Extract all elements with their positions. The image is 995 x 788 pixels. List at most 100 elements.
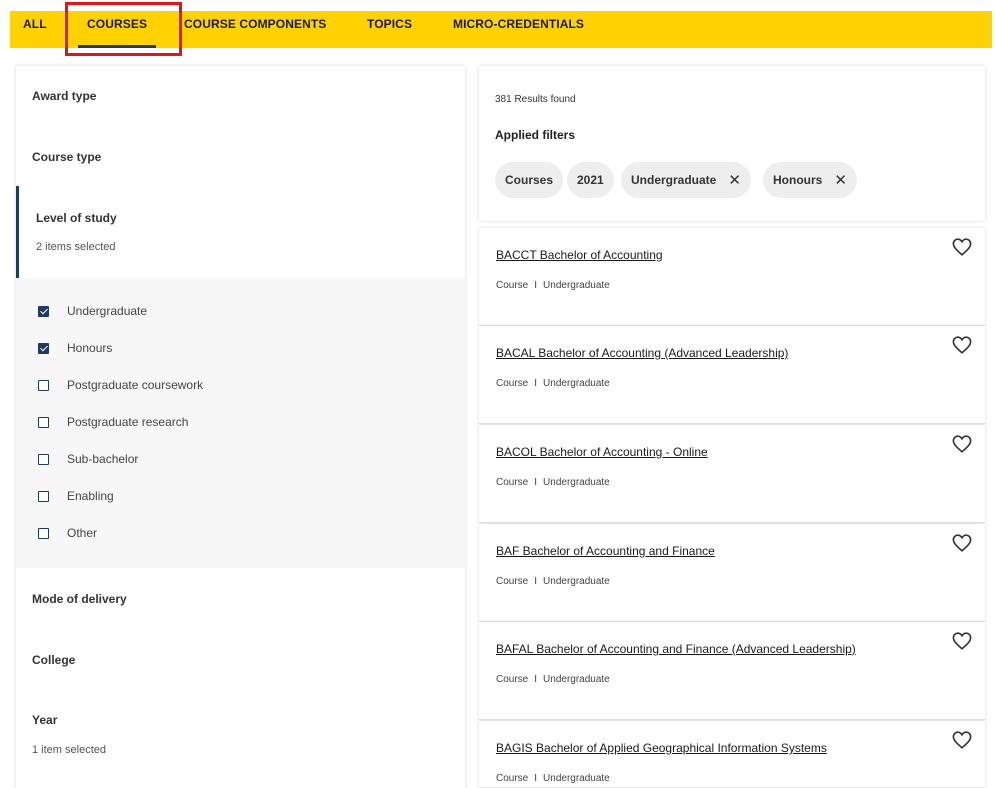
facet-college[interactable]: College (16, 628, 465, 688)
tab-courses-label: COURSES (87, 17, 148, 31)
facet-year-note: 1 item selected (32, 744, 106, 756)
results-header: 381 Results found Applied filters Course… (479, 66, 985, 221)
result-type: Course (496, 674, 529, 685)
heart-outline-icon[interactable] (952, 632, 972, 650)
option-label: Honours (67, 341, 113, 355)
option-postgraduate-research[interactable]: Postgraduate research (38, 412, 188, 432)
facet-mode-of-delivery[interactable]: Mode of delivery (16, 568, 465, 628)
checkbox-unchecked-icon[interactable] (38, 379, 49, 391)
facet-level-of-study[interactable]: Level of study 2 items selected (16, 186, 465, 278)
tab-topics[interactable]: TOPICS (367, 11, 412, 48)
facet-award-type-label: Award type (32, 89, 97, 103)
result-title-link[interactable]: BAF Bachelor of Accounting and Finance (496, 544, 715, 558)
filter-panel: Award type Course type Level of study 2 … (16, 66, 465, 788)
facet-level-of-study-label: Level of study (36, 211, 117, 225)
checkbox-checked-icon[interactable] (38, 305, 49, 317)
option-other[interactable]: Other (38, 523, 97, 543)
checkbox-unchecked-icon[interactable] (38, 453, 49, 465)
category-tabbar: ALL COURSES COURSE COMPONENTS TOPICS MIC… (10, 11, 992, 48)
result-card: BAFAL Bachelor of Accounting and Finance… (479, 622, 985, 720)
result-meta: Course I Undergraduate (496, 280, 610, 291)
meta-separator: I (534, 477, 538, 488)
result-level: Undergraduate (543, 378, 610, 389)
chip-label: Courses (505, 173, 554, 187)
heart-outline-icon[interactable] (952, 238, 972, 256)
facet-mode-of-delivery-label: Mode of delivery (32, 592, 127, 606)
tab-topics-label: TOPICS (367, 17, 413, 31)
result-card: BACAL Bachelor of Accounting (Advanced L… (479, 326, 985, 424)
option-honours[interactable]: Honours (38, 338, 112, 358)
option-sub-bachelor[interactable]: Sub-bachelor (38, 449, 138, 469)
option-label: Postgraduate coursework (67, 378, 204, 392)
results-count: 381 Results found (495, 94, 576, 105)
option-label: Enabling (67, 489, 114, 503)
result-title-link[interactable]: BACAL Bachelor of Accounting (Advanced L… (496, 346, 788, 360)
result-meta: Course I Undergraduate (496, 576, 610, 587)
facet-course-type-label: Course type (32, 150, 102, 164)
chip-label: 2021 (577, 173, 604, 187)
result-type: Course (496, 378, 529, 389)
result-card: BACCT Bachelor of Accounting Course I Unde… (479, 228, 985, 326)
tab-course-components-label: COURSE COMPONENTS (184, 17, 327, 31)
result-meta: Course I Undergraduate (496, 674, 610, 685)
result-card: BAGIS Bachelor of Applied Geographical I… (479, 721, 985, 788)
checkbox-unchecked-icon[interactable] (38, 527, 49, 539)
facet-year[interactable]: Year 1 item selected (16, 688, 465, 788)
result-card: BACOL Bachelor of Accounting - Online Co… (479, 425, 985, 523)
option-label: Undergraduate (67, 304, 148, 318)
tab-micro-credentials[interactable]: MICRO-CREDENTIALS (453, 11, 584, 48)
meta-separator: I (534, 674, 538, 685)
option-label: Sub-bachelor (67, 452, 139, 466)
tab-course-components[interactable]: COURSE COMPONENTS (184, 11, 326, 48)
option-label: Other (67, 526, 98, 540)
result-card: BAF Bachelor of Accounting and Finance C… (479, 524, 985, 622)
meta-separator: I (534, 773, 538, 784)
filter-chip-2021[interactable]: 2021 (567, 162, 614, 198)
meta-separator: I (534, 280, 538, 291)
checkbox-checked-icon[interactable] (38, 342, 49, 354)
close-icon[interactable]: ✕ (834, 173, 847, 188)
tab-courses[interactable]: COURSES (78, 11, 157, 48)
result-title-link[interactable]: BACCT Bachelor of Accounting (496, 248, 663, 262)
filter-chip-courses[interactable]: Courses (495, 162, 564, 198)
tab-all[interactable]: ALL (23, 11, 47, 48)
result-level: Undergraduate (543, 674, 610, 685)
chip-label: Undergraduate (631, 173, 717, 187)
tab-all-label: ALL (23, 17, 47, 31)
filter-chip-undergraduate[interactable]: Undergraduate ✕ (621, 162, 751, 198)
close-icon[interactable]: ✕ (728, 173, 741, 188)
result-type: Course (496, 280, 529, 291)
tab-micro-credentials-label: MICRO-CREDENTIALS (453, 17, 585, 31)
option-enabling[interactable]: Enabling (38, 486, 114, 506)
result-type: Course (496, 477, 529, 488)
option-postgraduate-coursework[interactable]: Postgraduate coursework (38, 375, 203, 395)
meta-separator: I (534, 576, 538, 587)
facet-year-label: Year (32, 713, 58, 727)
facet-award-type[interactable]: Award type (16, 66, 465, 126)
result-type: Course (496, 576, 529, 587)
result-level: Undergraduate (543, 280, 610, 291)
result-level: Undergraduate (543, 477, 610, 488)
applied-filters-label: Applied filters (495, 128, 576, 142)
result-level: Undergraduate (543, 576, 610, 587)
result-type: Course (496, 773, 529, 784)
result-title-link[interactable]: BACOL Bachelor of Accounting - Online (496, 445, 708, 459)
active-tab-underline (78, 45, 157, 48)
facet-course-type[interactable]: Course type (16, 126, 465, 186)
level-of-study-options: Undergraduate Honours Postgraduate cours… (16, 278, 465, 568)
checkbox-unchecked-icon[interactable] (38, 490, 49, 502)
result-title-link[interactable]: BAGIS Bachelor of Applied Geographical I… (496, 741, 827, 755)
heart-outline-icon[interactable] (952, 731, 972, 749)
filter-chip-honours[interactable]: Honours ✕ (763, 162, 857, 198)
result-meta: Course I Undergraduate (496, 477, 610, 488)
heart-outline-icon[interactable] (952, 435, 972, 453)
result-title-link[interactable]: BAFAL Bachelor of Accounting and Finance… (496, 642, 856, 656)
heart-outline-icon[interactable] (952, 336, 972, 354)
checkbox-unchecked-icon[interactable] (38, 416, 49, 428)
result-level: Undergraduate (543, 773, 610, 784)
result-meta: Course I Undergraduate (496, 378, 610, 389)
heart-outline-icon[interactable] (952, 534, 972, 552)
option-label: Postgraduate research (67, 415, 189, 429)
option-undergraduate[interactable]: Undergraduate (38, 301, 147, 321)
meta-separator: I (534, 378, 538, 389)
